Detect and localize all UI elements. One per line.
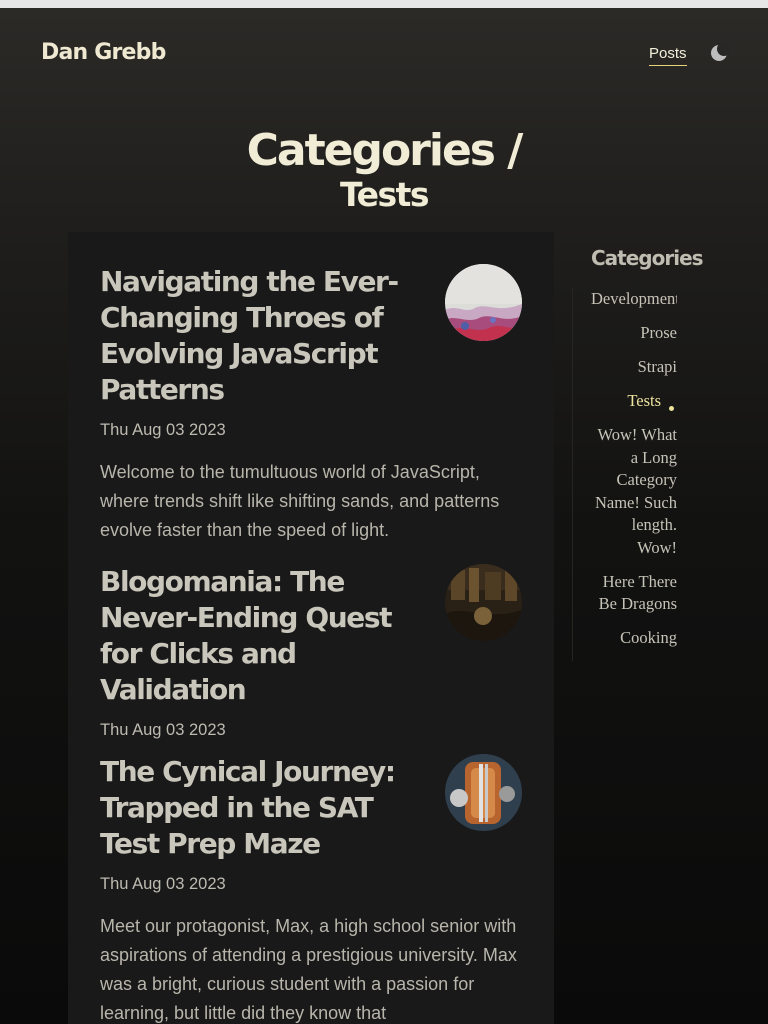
category-list: Development Prose Strapi Tests Wow! What… <box>572 288 677 661</box>
posts-card: Navigating the Ever-Changing Throes of E… <box>68 232 554 1024</box>
post-date: Thu Aug 03 2023 <box>100 421 226 439</box>
theme-toggle-button[interactable] <box>708 42 731 64</box>
page-heading-main: Categories / <box>246 125 524 176</box>
active-category-dot <box>669 406 674 411</box>
category-link-development[interactable]: Development <box>573 288 677 311</box>
post-thumbnail[interactable] <box>445 754 522 831</box>
post-excerpt: Meet our protagonist, Max, a high school… <box>100 916 517 1023</box>
post-title-link[interactable]: Blogomania: The Never-Ending Quest for C… <box>100 564 410 708</box>
category-link-dragons[interactable]: Here There Be Dragons <box>573 571 677 616</box>
page-background: Dan Grebb Posts Categories / Tests Navig… <box>0 8 768 1024</box>
page-heading-category: Tests <box>339 175 430 214</box>
post-title-link[interactable]: Navigating the Ever-Changing Throes of E… <box>100 264 410 408</box>
post-title-link[interactable]: The Cynical Journey: Trapped in the SAT … <box>100 754 410 862</box>
post-date: Thu Aug 03 2023 <box>100 721 226 739</box>
nav-posts-link[interactable]: Posts <box>649 45 687 66</box>
post-item: Navigating the Ever-Changing Throes of E… <box>100 264 522 545</box>
category-link-cooking[interactable]: Cooking <box>573 627 677 650</box>
post-thumbnail[interactable] <box>445 564 522 641</box>
post-thumbnail[interactable] <box>445 264 522 341</box>
moon-icon <box>711 42 731 61</box>
browser-top-strip <box>0 0 768 8</box>
category-link-long-name[interactable]: Wow! What a Long Category Name! Such len… <box>573 424 677 559</box>
sidebar-title: Categories <box>591 246 704 270</box>
post-item: The Cynical Journey: Trapped in the SAT … <box>100 754 522 1024</box>
post-excerpt: Welcome to the tumultuous world of JavaS… <box>100 462 500 540</box>
page-heading: Categories / Tests <box>0 120 768 214</box>
site-title-link[interactable]: Dan Grebb <box>41 40 166 65</box>
category-link-tests[interactable]: Tests <box>573 390 677 413</box>
category-link-strapi[interactable]: Strapi <box>573 356 677 379</box>
post-item: Blogomania: The Never-Ending Quest for C… <box>100 564 522 740</box>
category-link-prose[interactable]: Prose <box>573 322 677 345</box>
post-date: Thu Aug 03 2023 <box>100 875 226 893</box>
